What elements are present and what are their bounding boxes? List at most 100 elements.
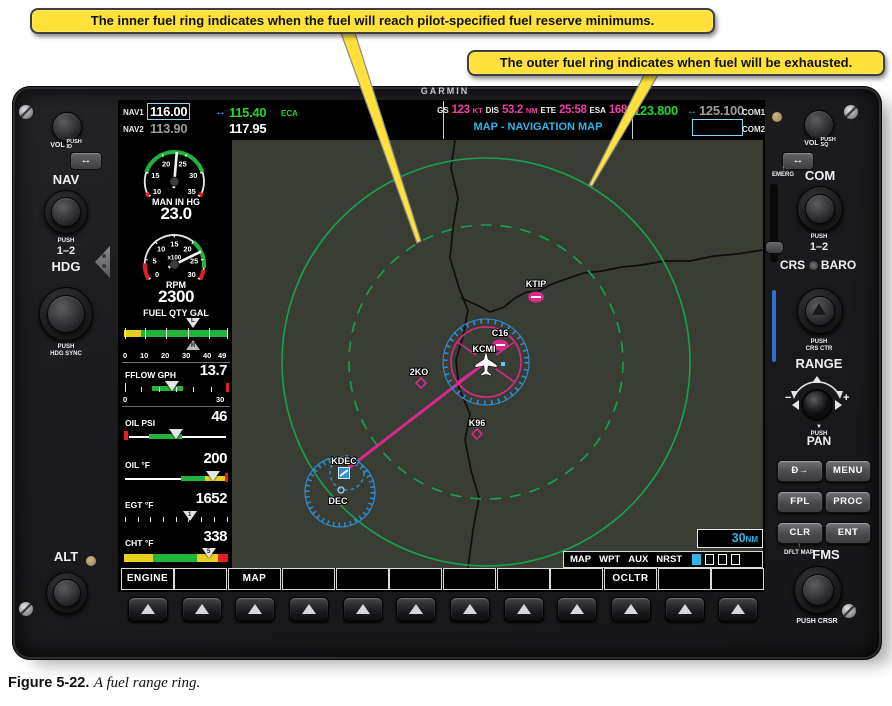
svg-text:15: 15	[151, 171, 159, 180]
softkey-button-3[interactable]	[235, 597, 275, 622]
joystick-knob[interactable]	[802, 390, 832, 420]
softkey-label-map: MAP	[228, 568, 281, 590]
softkey-button-12[interactable]	[718, 597, 758, 622]
arrowhead-icon	[836, 391, 843, 399]
nav-1-2-label: 1–2	[36, 245, 96, 257]
range-minus: −	[785, 392, 791, 404]
figure-caption: Figure 5-22. A fuel range ring.	[8, 674, 200, 692]
oil-psi-value: 46	[211, 408, 227, 425]
ent-button[interactable]: ENT	[825, 522, 871, 544]
svg-text:10: 10	[153, 187, 161, 196]
menu-button[interactable]: MENU	[825, 460, 871, 482]
tan-dot	[86, 556, 96, 566]
nav1-standby-frequency: 115.40	[229, 105, 266, 120]
softkey-arrow-icon	[195, 604, 209, 614]
fuel-tick: 0	[123, 351, 127, 360]
tab-aux[interactable]: AUX	[628, 554, 648, 565]
screw-icon	[844, 105, 858, 119]
nav-vol-label: VOL PUSHID	[38, 140, 94, 150]
fuel-tick: 30	[182, 351, 190, 360]
softkey-button-7[interactable]	[450, 597, 490, 622]
engine-indication-strip: 10 15 20 25 30 35 MAN IN HG 23.0	[120, 140, 232, 568]
svg-text:20: 20	[162, 160, 170, 169]
softkey-arrow-icon	[517, 604, 531, 614]
fuel-left-letter: L	[191, 318, 195, 324]
softkey-button-4[interactable]	[289, 597, 329, 622]
oil-temp-label: OIL °F	[125, 460, 150, 470]
blue-trim-strip	[772, 290, 776, 362]
dis-value: 53.2	[502, 104, 523, 116]
softkey-button-1[interactable]	[128, 597, 168, 622]
page-title: MAP - NAVIGATION MAP	[444, 121, 632, 133]
nav-volume-knob[interactable]	[52, 112, 82, 142]
softkey-arrow-icon	[356, 604, 370, 614]
com1-standby-frequency: 125.100	[699, 103, 744, 118]
bezel-slider-handle[interactable]	[765, 241, 784, 254]
fms-inner-knob[interactable]	[802, 574, 834, 606]
range-plus: +	[843, 392, 849, 404]
direct-to-button[interactable]: Đ→	[777, 460, 823, 482]
oil-temp-bar	[124, 473, 228, 483]
rpm-value: 2300	[124, 287, 228, 307]
nav-frequency-transfer-button[interactable]: ↔	[70, 152, 102, 170]
softkey-button-8[interactable]	[504, 597, 544, 622]
oil-psi-bar	[124, 431, 228, 441]
softkey-label-row: ENGINE MAP OCLTR	[120, 568, 765, 590]
figure-page: GARMIN VOL PUSHID ↔ NAV PUSH 1–2 HDG PUS…	[0, 0, 892, 706]
rpm-gauge: 0 5 10 15 20 25 30 x100	[124, 225, 228, 281]
nav1-active-frequency: 116.00	[147, 103, 190, 120]
range-joystick[interactable]: − +	[784, 370, 850, 428]
com-inner-knob[interactable]	[805, 194, 835, 224]
tab-map[interactable]: MAP	[570, 554, 591, 565]
com-volume-knob[interactable]	[804, 110, 834, 140]
page-indicator	[731, 554, 740, 565]
waypoint-k96: K96	[469, 418, 486, 439]
proc-button[interactable]: PROC	[825, 491, 871, 513]
com2-active-frequency: 118.000	[633, 121, 677, 136]
egt-value: 1652	[196, 490, 227, 507]
svg-text:15: 15	[170, 239, 178, 248]
com-1-2-label: 1–2	[789, 241, 849, 253]
egt-bar: 1	[124, 513, 228, 522]
man-value: 23.0	[124, 204, 228, 224]
tab-nrst[interactable]: NRST	[656, 554, 682, 565]
page-indicator-active	[692, 554, 701, 565]
softkey-button-6[interactable]	[396, 597, 436, 622]
fflow-value: 13.7	[200, 362, 227, 379]
man-pressure-gauge: 10 15 20 25 30 35	[124, 142, 228, 198]
nav1-label: NAV1	[123, 108, 144, 117]
softkey-arrow-icon	[302, 604, 316, 614]
small-airport-marker	[501, 362, 505, 366]
fpl-button[interactable]: FPL	[777, 491, 823, 513]
nav-inner-knob[interactable]	[51, 197, 81, 227]
range-label: RANGE	[789, 356, 849, 371]
softkey-arrow-icon	[463, 604, 477, 614]
map-canvas: KTIP C16 2KO K96 KDEC DEC	[232, 140, 763, 568]
egt-cylinder-number: 1	[188, 512, 191, 518]
svg-text:25: 25	[178, 160, 186, 169]
page-indicator	[692, 554, 740, 565]
softkey-button-2[interactable]	[182, 597, 222, 622]
softkey-label-ocltr: OCLTR	[604, 568, 657, 590]
up-triangle-icon	[812, 376, 822, 383]
tab-wpt[interactable]: WPT	[599, 554, 620, 565]
softkey-button-11[interactable]	[665, 597, 705, 622]
knob-glyph-icon	[809, 261, 818, 270]
softkey-button-9[interactable]	[557, 597, 597, 622]
softkey-button-5[interactable]	[343, 597, 383, 622]
softkey-button-10[interactable]	[611, 597, 651, 622]
svg-text:KTIP: KTIP	[526, 279, 547, 289]
softkey-label	[443, 568, 496, 590]
page-indicator	[718, 554, 727, 565]
map-range-readout: 30NM	[697, 529, 763, 548]
fflow-max: 30	[216, 395, 224, 404]
hdg-knob-center[interactable]	[47, 295, 85, 333]
clr-button[interactable]: CLR	[777, 522, 823, 544]
softkey-arrow-icon	[624, 604, 638, 614]
softkey-label	[336, 568, 389, 590]
svg-text:2KO: 2KO	[410, 367, 429, 377]
softkey-arrow-icon	[731, 604, 745, 614]
alt-inner-knob[interactable]	[53, 579, 81, 607]
oil-temp-pointer	[206, 471, 220, 481]
gs-label: GS	[437, 106, 449, 115]
